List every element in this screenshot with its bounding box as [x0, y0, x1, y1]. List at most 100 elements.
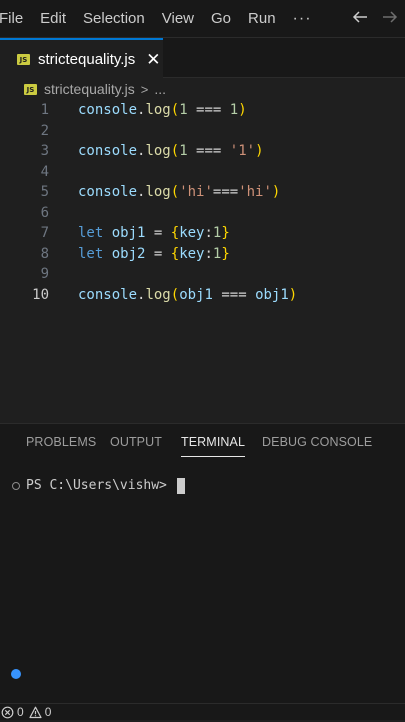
code-token: ===	[187, 102, 230, 118]
code-token: }	[221, 245, 230, 262]
code-text[interactable]: let obj1 = {key:1}	[78, 223, 230, 243]
breadcrumb: JS strictequality.js > ...	[0, 78, 405, 100]
code-token: ===	[212, 286, 256, 303]
menu-file[interactable]: File	[0, 10, 23, 27]
code-token: ===	[187, 143, 230, 159]
line-number: 3	[40, 143, 49, 159]
terminal-line[interactable]: PS C:\Users\vishw>	[0, 476, 405, 496]
code-token: )	[238, 102, 247, 118]
code-token: )	[288, 286, 298, 303]
menu-run[interactable]: Run	[248, 10, 276, 27]
tab-debug-console[interactable]: DEBUG CONSOLE	[262, 435, 372, 449]
code-line[interactable]: 10 console.log(obj1 === obj1)	[0, 285, 405, 305]
menu-go[interactable]: Go	[211, 10, 231, 27]
code-token: (	[170, 143, 180, 159]
editor-tab-bar: JS strictequality.js ✕	[0, 38, 405, 78]
command-decoration-icon	[12, 482, 20, 490]
code-token: obj1	[179, 286, 213, 303]
line-number: 9	[40, 266, 49, 282]
code-token: )	[271, 184, 281, 200]
close-icon[interactable]: ✕	[146, 51, 160, 68]
line-number: 7	[40, 225, 49, 241]
code-token: 1	[179, 102, 188, 118]
code-token: 1	[229, 102, 239, 118]
code-token: key	[179, 225, 205, 241]
code-token: (	[170, 184, 180, 200]
code-token: key	[179, 245, 205, 262]
code-token: 'hi'	[238, 184, 272, 200]
line-number: 5	[40, 184, 49, 200]
menu-view[interactable]: View	[162, 10, 194, 27]
code-token: let	[78, 225, 104, 241]
code-line[interactable]: 7 let obj1 = {key:1}	[0, 223, 405, 243]
code-editor[interactable]: 1 console.log(1 === 1) 2 3 console.log(1 ===…	[0, 99, 405, 419]
breadcrumb-file[interactable]: strictequality.js	[44, 81, 135, 97]
warning-icon[interactable]	[29, 706, 42, 719]
code-line[interactable]: 8 let obj2 = {key:1}	[0, 244, 405, 264]
terminal-status-dot-icon	[11, 669, 21, 679]
menu-selection[interactable]: Selection	[83, 10, 145, 27]
code-token: log	[145, 102, 171, 118]
code-token: console	[78, 102, 138, 118]
line-number: 10	[32, 286, 49, 303]
js-file-icon: JS	[17, 53, 30, 65]
code-token: console	[78, 143, 138, 159]
code-token: )	[255, 143, 264, 159]
code-token: =	[145, 245, 171, 262]
code-token: ===	[212, 184, 239, 200]
back-arrow-icon[interactable]	[351, 8, 369, 26]
menu-bar: File Edit Selection View Go Run ···	[0, 0, 405, 38]
code-token: '1'	[229, 143, 256, 159]
code-token: 1	[179, 143, 188, 159]
tab-strictequality-js[interactable]: JS strictequality.js ✕	[0, 38, 163, 78]
tab-output[interactable]: OUTPUT	[110, 435, 162, 449]
code-token: {	[170, 225, 180, 241]
code-token: :	[204, 245, 213, 262]
line-number: 1	[40, 102, 49, 118]
breadcrumb-more[interactable]: ...	[154, 81, 166, 97]
chevron-right-icon: >	[140, 81, 149, 97]
code-line[interactable]: 2	[0, 121, 405, 141]
code-line[interactable]: 9	[0, 264, 405, 284]
code-text[interactable]: console.log(1 === 1)	[78, 100, 247, 120]
code-token: console	[78, 184, 138, 200]
line-number: 8	[40, 245, 49, 262]
code-token: obj2	[111, 245, 146, 262]
code-token: :	[204, 225, 213, 241]
menu-edit[interactable]: Edit	[40, 10, 66, 27]
code-text[interactable]: console.log('hi'==='hi')	[78, 182, 280, 202]
menu-more-button[interactable]: ···	[293, 10, 312, 28]
line-number: 6	[40, 204, 49, 221]
code-line[interactable]: 3 console.log(1 === '1')	[0, 141, 405, 161]
forward-arrow-icon[interactable]	[381, 8, 399, 26]
error-icon[interactable]	[1, 706, 14, 719]
warning-count[interactable]: 0	[45, 705, 52, 719]
code-line[interactable]: 5 console.log('hi'==='hi')	[0, 182, 405, 202]
code-token: log	[145, 143, 171, 159]
code-token: =	[145, 225, 171, 241]
tab-problems[interactable]: PROBLEMS	[26, 435, 96, 449]
code-line[interactable]: 4	[0, 162, 405, 182]
code-token: let	[78, 245, 104, 262]
error-count[interactable]: 0	[17, 705, 24, 719]
code-text[interactable]: let obj2 = {key:1}	[78, 244, 230, 264]
tab-terminal[interactable]: TERMINAL	[181, 435, 246, 457]
code-line[interactable]: 1 console.log(1 === 1)	[0, 100, 405, 120]
line-number: 2	[40, 122, 49, 139]
status-bar: 0 0	[0, 703, 405, 720]
code-token: 'hi'	[179, 184, 213, 200]
code-token: (	[170, 102, 180, 118]
code-text[interactable]: console.log(1 === '1')	[78, 141, 264, 161]
line-number: 4	[40, 163, 49, 180]
code-token: (	[170, 286, 180, 303]
code-text[interactable]: console.log(obj1 === obj1)	[78, 285, 297, 305]
code-line[interactable]: 6	[0, 203, 405, 223]
code-token: }	[221, 225, 230, 241]
panel-tabs: PROBLEMS OUTPUT TERMINAL DEBUG CONSOLE	[0, 424, 405, 460]
code-token: {	[170, 245, 180, 262]
terminal-cursor	[177, 478, 185, 494]
code-token: log	[145, 286, 171, 303]
code-token: obj1	[111, 225, 146, 241]
